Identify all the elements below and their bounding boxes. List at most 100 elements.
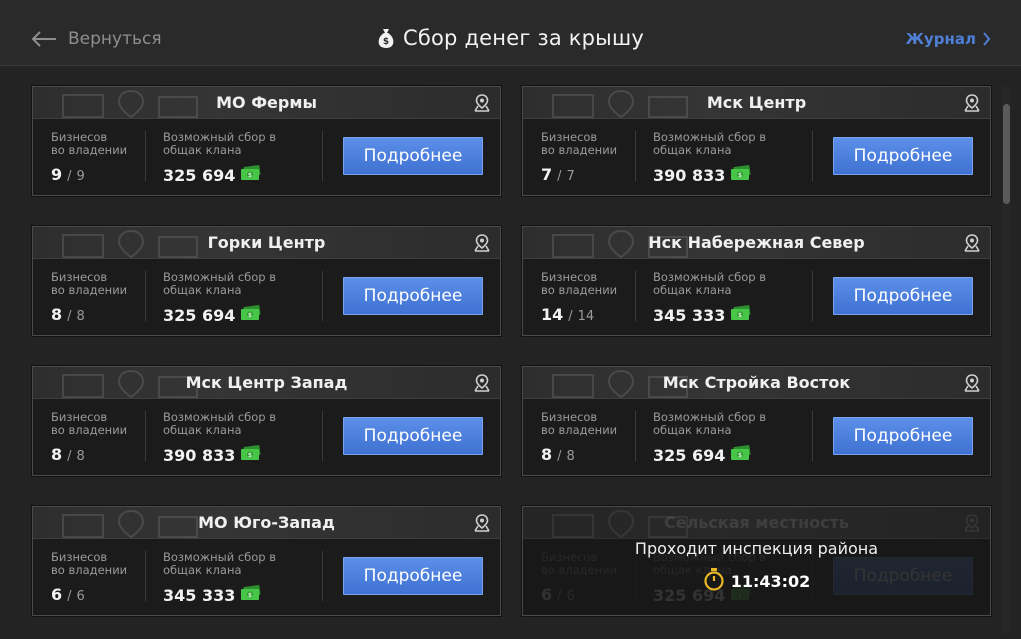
owned-total: 8 [76,449,85,464]
businesses-owned-stat: Бизнесов во владении 7 / 7 [541,131,618,185]
owned-value: 8 [51,445,63,464]
collect-label-line2: общак клана [653,283,732,297]
collection-amount: 325 694 $ [163,165,276,185]
cash-icon: $ [730,445,752,465]
amount-value: 390 833 [163,445,236,465]
owned-total: 8 [566,449,575,464]
inspection-overlay: Проходит инспекция района 11:43:02 [523,507,990,615]
divider [145,131,146,181]
owned-value: 9 [51,165,63,184]
owned-count: 9 / 9 [51,165,127,184]
collect-label-line2: общак клана [163,423,242,437]
owned-count: 8 / 8 [51,305,127,324]
district-name: МО Юго-Запад [198,513,335,532]
collection-stat: Возможный сбор в общак клана 345 333 $ [163,551,276,605]
owned-count: 6 / 6 [51,585,127,604]
stopwatch-icon [703,567,725,595]
district-name: Мск Центр Запад [185,373,348,392]
inspection-status: Проходит инспекция района [634,539,879,558]
owned-total: 9 [76,169,85,184]
amount-value: 325 694 [163,305,236,325]
card-header: Мск Стройка Восток [523,367,990,399]
details-button[interactable]: Подробнее [833,417,973,455]
district-name: Горки Центр [207,233,326,252]
collect-label-line2: общак клана [163,143,242,157]
cash-icon: $ [240,165,262,185]
map-pin-icon[interactable] [962,373,982,393]
cash-icon: $ [730,165,752,185]
details-button[interactable]: Подробнее [833,137,973,175]
owned-total: 6 [76,589,85,604]
money-bag-icon: $ [378,29,394,48]
divider [812,411,813,461]
timer-value: 11:43:02 [730,571,811,591]
owned-separator: / [568,309,573,324]
inspection-timer: 11:43:02 [523,567,990,595]
businesses-owned-stat: Бизнесов во владении 6 / 6 [51,551,128,605]
scrollbar-thumb[interactable] [1003,104,1010,204]
collect-label-line2: общак клана [653,423,732,437]
collection-stat: Возможный сбор в общак клана 325 694 $ [163,131,276,185]
details-button[interactable]: Подробнее [343,557,483,595]
map-pin-icon[interactable] [472,513,492,533]
details-button[interactable]: Подробнее [343,277,483,315]
collection-amount: 345 333 $ [653,305,766,325]
district-name: Мск Центр [706,93,807,112]
map-pin-icon[interactable] [962,233,982,253]
divider [145,411,146,461]
collection-stat: Возможный сбор в общак клана 390 833 $ [653,131,766,185]
svg-text:$: $ [248,172,252,179]
collect-label-line2: общак клана [653,143,732,157]
divider [812,271,813,321]
businesses-owned-stat: Бизнесов во владении 9 / 9 [51,131,127,185]
details-button[interactable]: Подробнее [343,137,483,175]
owned-label-line2: во владении [541,283,618,297]
collect-label-line2: общак клана [163,283,242,297]
cash-icon: $ [240,445,262,465]
svg-text:$: $ [248,452,252,459]
divider [145,551,146,601]
district-name: Мск Стройка Восток [662,373,851,392]
district-card: Мск Центр Бизнесов во владении 7 / 7 Воз… [522,86,991,196]
divider [322,131,323,181]
header-bar: Вернуться $ Сбор денег за крышу Журнал [0,0,1021,66]
collection-amount: 325 694 $ [163,305,276,325]
cash-icon: $ [730,305,752,325]
district-card: Горки Центр Бизнесов во владении 8 / 8 В… [32,226,501,336]
district-card: Мск Центр Запад Бизнесов во владении 8 /… [32,366,501,476]
collection-amount: 345 333 $ [163,585,276,605]
amount-value: 390 833 [653,165,726,185]
map-pin-icon[interactable] [472,233,492,253]
details-button[interactable]: Подробнее [833,277,973,315]
card-header: Мск Центр [523,87,990,119]
page-title-group: $ Сбор денег за крышу [0,22,1021,54]
cash-icon: $ [240,305,262,325]
owned-value: 8 [541,445,553,464]
map-pin-icon[interactable] [472,93,492,113]
district-card: МО Юго-Запад Бизнесов во владении 6 / 6 … [32,506,501,616]
owned-label-line2: во владении [51,563,128,577]
svg-text:$: $ [248,592,252,599]
amount-value: 345 333 [163,585,236,605]
collection-stat: Возможный сбор в общак клана 345 333 $ [653,271,766,325]
businesses-owned-stat: Бизнесов во владении 8 / 8 [51,411,127,465]
map-pin-icon[interactable] [472,373,492,393]
journal-link[interactable]: Журнал [906,28,991,50]
divider [812,131,813,181]
map-pin-icon[interactable] [962,93,982,113]
owned-count: 14 / 14 [541,305,617,324]
details-button[interactable]: Подробнее [343,417,483,455]
svg-text:$: $ [738,312,742,319]
owned-count: 7 / 7 [541,165,617,184]
owned-total: 14 [577,309,595,324]
amount-value: 325 694 [653,445,726,465]
owned-value: 7 [541,165,553,184]
owned-separator: / [67,309,72,324]
divider [635,411,636,461]
owned-total: 7 [566,169,575,184]
district-card: Сельская местность Бизнесов во владении … [522,506,991,616]
divider [635,271,636,321]
owned-label-line2: во владении [541,143,618,157]
collection-amount: 390 833 $ [163,445,276,465]
owned-label-line2: во владении [541,423,618,437]
